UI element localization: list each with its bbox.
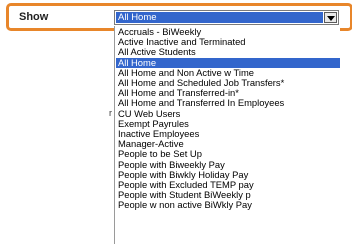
dropdown-list[interactable]: Accruals - BiWeekly Active Inactive and T… <box>114 26 340 244</box>
list-item[interactable]: All Home and Transferred In Employees <box>116 98 340 108</box>
stray-text: r <box>109 108 112 118</box>
list-item[interactable]: All Home and Scheduled Job Transfers* <box>116 78 340 88</box>
list-item[interactable]: People with Excluded TEMP pay <box>116 180 340 190</box>
list-item[interactable]: Manager-Active <box>116 139 340 149</box>
list-item[interactable]: People with Biweekly Pay <box>116 160 340 170</box>
list-item[interactable]: People with Biwkly Holiday Pay <box>116 170 340 180</box>
list-item[interactable]: Active Inactive and Terminated <box>116 37 340 47</box>
show-select[interactable]: All Home <box>114 10 339 25</box>
list-item[interactable]: All Home and Transferred-in* <box>116 88 340 98</box>
list-item[interactable]: People with Student BiWeekly p <box>116 190 340 200</box>
show-select-value: All Home <box>116 12 323 23</box>
list-item[interactable]: Inactive Employees <box>116 129 340 139</box>
show-label: Show <box>19 11 49 23</box>
list-item[interactable]: People to be Set Up <box>116 149 340 159</box>
list-item[interactable]: All Active Students <box>116 47 340 57</box>
list-item[interactable]: People w non active BiWkly Pay <box>116 200 340 210</box>
list-item[interactable]: Exempt Payrules <box>116 119 340 129</box>
list-item[interactable]: Accruals - BiWeekly <box>116 27 340 37</box>
list-item[interactable]: All Home <box>116 57 340 68</box>
dropdown-button[interactable] <box>324 12 337 23</box>
list-item[interactable]: CU Web Users <box>116 109 340 119</box>
chevron-down-icon <box>327 16 335 21</box>
list-item[interactable]: All Home and Non Active w Time <box>116 68 340 78</box>
